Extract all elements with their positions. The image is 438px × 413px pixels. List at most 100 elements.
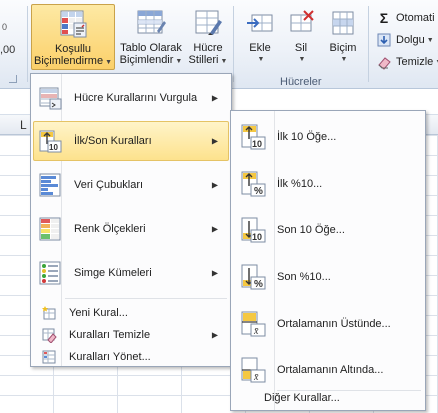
chevron-right-icon: ▶ — [211, 180, 218, 190]
autosum-label: Otomati — [396, 12, 435, 24]
chevron-down-icon: ▼ — [257, 56, 265, 63]
above-average-icon: x̄ — [241, 311, 266, 337]
submenu-item-more-rules[interactable]: Diğer Kurallar... — [233, 387, 423, 409]
svg-text:%: % — [254, 186, 263, 197]
group-separator — [233, 6, 234, 82]
format-as-table-label-2: Biçimlendir ▼ — [119, 54, 183, 66]
insert-cells-button[interactable]: Ekle ▼ — [240, 4, 280, 70]
delete-label: Sil — [294, 42, 308, 54]
menu-item-label: Veri Çubukları — [74, 179, 144, 191]
format-cells-icon — [332, 11, 354, 35]
chevron-down-icon: ▼ — [220, 58, 228, 65]
menu-divider — [65, 298, 227, 299]
submenu-item-label: Ortalamanın Altında... — [277, 364, 384, 376]
clear-button[interactable]: Temizle ▼ — [376, 52, 438, 72]
eraser-icon — [378, 57, 391, 70]
top-10-items-icon: 10 — [241, 124, 266, 150]
conditional-formatting-label-1: Koşullu — [54, 43, 92, 55]
chevron-down-icon: ▼ — [426, 36, 434, 44]
menu-item-label: Hücre Kurallarını Vurgula — [74, 92, 198, 104]
menu-item-top-bottom-rules[interactable]: 10 İlk/Son Kuralları ▶ — [33, 121, 229, 161]
chevron-right-icon: ▶ — [211, 268, 218, 278]
format-as-table-button[interactable]: Tablo Olarak Biçimlendir ▼ — [117, 4, 185, 70]
format-cells-button[interactable]: Biçim ▼ — [323, 4, 363, 70]
fill-button[interactable]: Dolgu ▼ — [376, 30, 434, 50]
insert-cells-icon — [247, 14, 273, 32]
svg-text:%: % — [254, 279, 263, 290]
top-10-percent-icon: % — [241, 171, 266, 197]
svg-text:10: 10 — [252, 232, 262, 242]
autosum-button[interactable]: Σ Otomati — [376, 8, 435, 28]
format-as-table-label-1: Tablo Olarak — [120, 42, 182, 54]
number-format-fragment[interactable]: ,00 — [0, 44, 15, 56]
clear-rules-icon — [42, 328, 57, 343]
color-scales-icon — [39, 217, 61, 241]
submenu-item-label: Diğer Kurallar... — [264, 392, 340, 404]
top-bottom-icon: 10 — [39, 130, 62, 153]
format-as-table-icon — [137, 10, 166, 34]
icon-sets-icon — [39, 261, 61, 285]
cell-styles-label-1: Hücre — [193, 42, 223, 54]
submenu-item-bottom-10-items[interactable]: 10 Son 10 Öğe... — [233, 210, 423, 250]
submenu-item-top-10-percent[interactable]: % İlk %10... — [233, 164, 423, 204]
menu-item-icon-sets[interactable]: Simge Kümeleri ▶ — [33, 253, 229, 293]
svg-text:x̄: x̄ — [253, 372, 259, 383]
data-bars-icon — [39, 173, 61, 197]
delete-cells-icon — [290, 10, 314, 32]
chevron-down-icon: ▼ — [298, 56, 306, 63]
sigma-icon: Σ — [379, 10, 389, 26]
menu-item-highlight-cells-rules[interactable]: Hücre Kurallarını Vurgula ▶ — [33, 78, 229, 118]
number-format-fragment-2[interactable]: 0 — [2, 22, 7, 32]
column-header-l[interactable]: L — [20, 118, 27, 132]
menu-item-manage-rules[interactable]: Kuralları Yönet... — [33, 346, 229, 368]
conditional-formatting-label-2: Biçimlendirme ▼ — [33, 55, 112, 67]
submenu-item-top-10-items[interactable]: 10 İlk 10 Öğe... — [233, 117, 423, 157]
fill-label: Dolgu — [396, 34, 425, 46]
submenu-item-below-average[interactable]: x̄ Ortalamanın Altında... — [233, 350, 423, 390]
clear-label: Temizle — [396, 56, 434, 68]
format-label: Biçim — [329, 42, 357, 54]
chevron-right-icon: ▶ — [211, 330, 218, 340]
menu-item-label: İlk/Son Kuralları — [74, 135, 152, 147]
submenu-item-label: İlk %10... — [277, 178, 323, 190]
below-average-icon: x̄ — [241, 357, 266, 383]
menu-item-label: Renk Ölçekleri — [74, 223, 146, 235]
cells-group-label: Hücreler — [280, 76, 322, 88]
chevron-down-icon: ▼ — [175, 58, 183, 65]
bottom-10-items-icon: 10 — [241, 217, 266, 243]
menu-item-label: Simge Kümeleri — [74, 267, 152, 279]
submenu-item-label: Son %10... — [277, 271, 331, 283]
menu-item-new-rule[interactable]: Yeni Kural... — [33, 302, 229, 324]
submenu-item-label: Ortalamanın Üstünde... — [277, 318, 391, 330]
new-rule-icon — [42, 306, 56, 320]
svg-text:10: 10 — [252, 139, 262, 149]
chevron-down-icon: ▼ — [340, 56, 348, 63]
submenu-item-label: Son 10 Öğe... — [277, 224, 345, 236]
highlight-cells-icon — [39, 87, 62, 110]
group-separator — [27, 6, 28, 82]
cell-styles-label-2: Stilleri ▼ — [188, 54, 228, 66]
cell-styles-icon — [195, 10, 222, 35]
conditional-formatting-icon — [60, 10, 87, 38]
conditional-formatting-menu: Hücre Kurallarını Vurgula ▶ 10 İlk/Son K… — [30, 73, 232, 367]
conditional-formatting-button[interactable]: Koşullu Biçimlendirme ▼ — [31, 4, 115, 70]
fill-down-icon — [377, 33, 391, 47]
menu-item-label: Kuralları Yönet... — [69, 351, 151, 363]
chevron-right-icon: ▶ — [211, 136, 218, 146]
delete-cells-button[interactable]: Sil ▼ — [283, 4, 319, 70]
menu-item-label: Kuralları Temizle — [69, 329, 151, 341]
chevron-right-icon: ▶ — [211, 224, 218, 234]
chevron-right-icon: ▶ — [211, 93, 218, 103]
submenu-item-bottom-10-percent[interactable]: % Son %10... — [233, 257, 423, 297]
manage-rules-icon — [42, 350, 56, 364]
insert-label: Ekle — [249, 42, 271, 54]
submenu-item-label: İlk 10 Öğe... — [277, 131, 337, 143]
menu-item-color-scales[interactable]: Renk Ölçekleri ▶ — [33, 209, 229, 249]
top-bottom-rules-submenu: 10 İlk 10 Öğe... % İlk %10... 10 Son 10 … — [230, 110, 426, 411]
menu-item-clear-rules[interactable]: Kuralları Temizle ▶ — [33, 324, 229, 346]
submenu-item-above-average[interactable]: x̄ Ortalamanın Üstünde... — [233, 304, 423, 344]
chevron-down-icon: ▼ — [105, 59, 112, 66]
cell-styles-button[interactable]: Hücre Stilleri ▼ — [187, 4, 229, 70]
menu-item-data-bars[interactable]: Veri Çubukları ▶ — [33, 165, 229, 205]
dialog-launcher-icon[interactable] — [9, 75, 17, 83]
